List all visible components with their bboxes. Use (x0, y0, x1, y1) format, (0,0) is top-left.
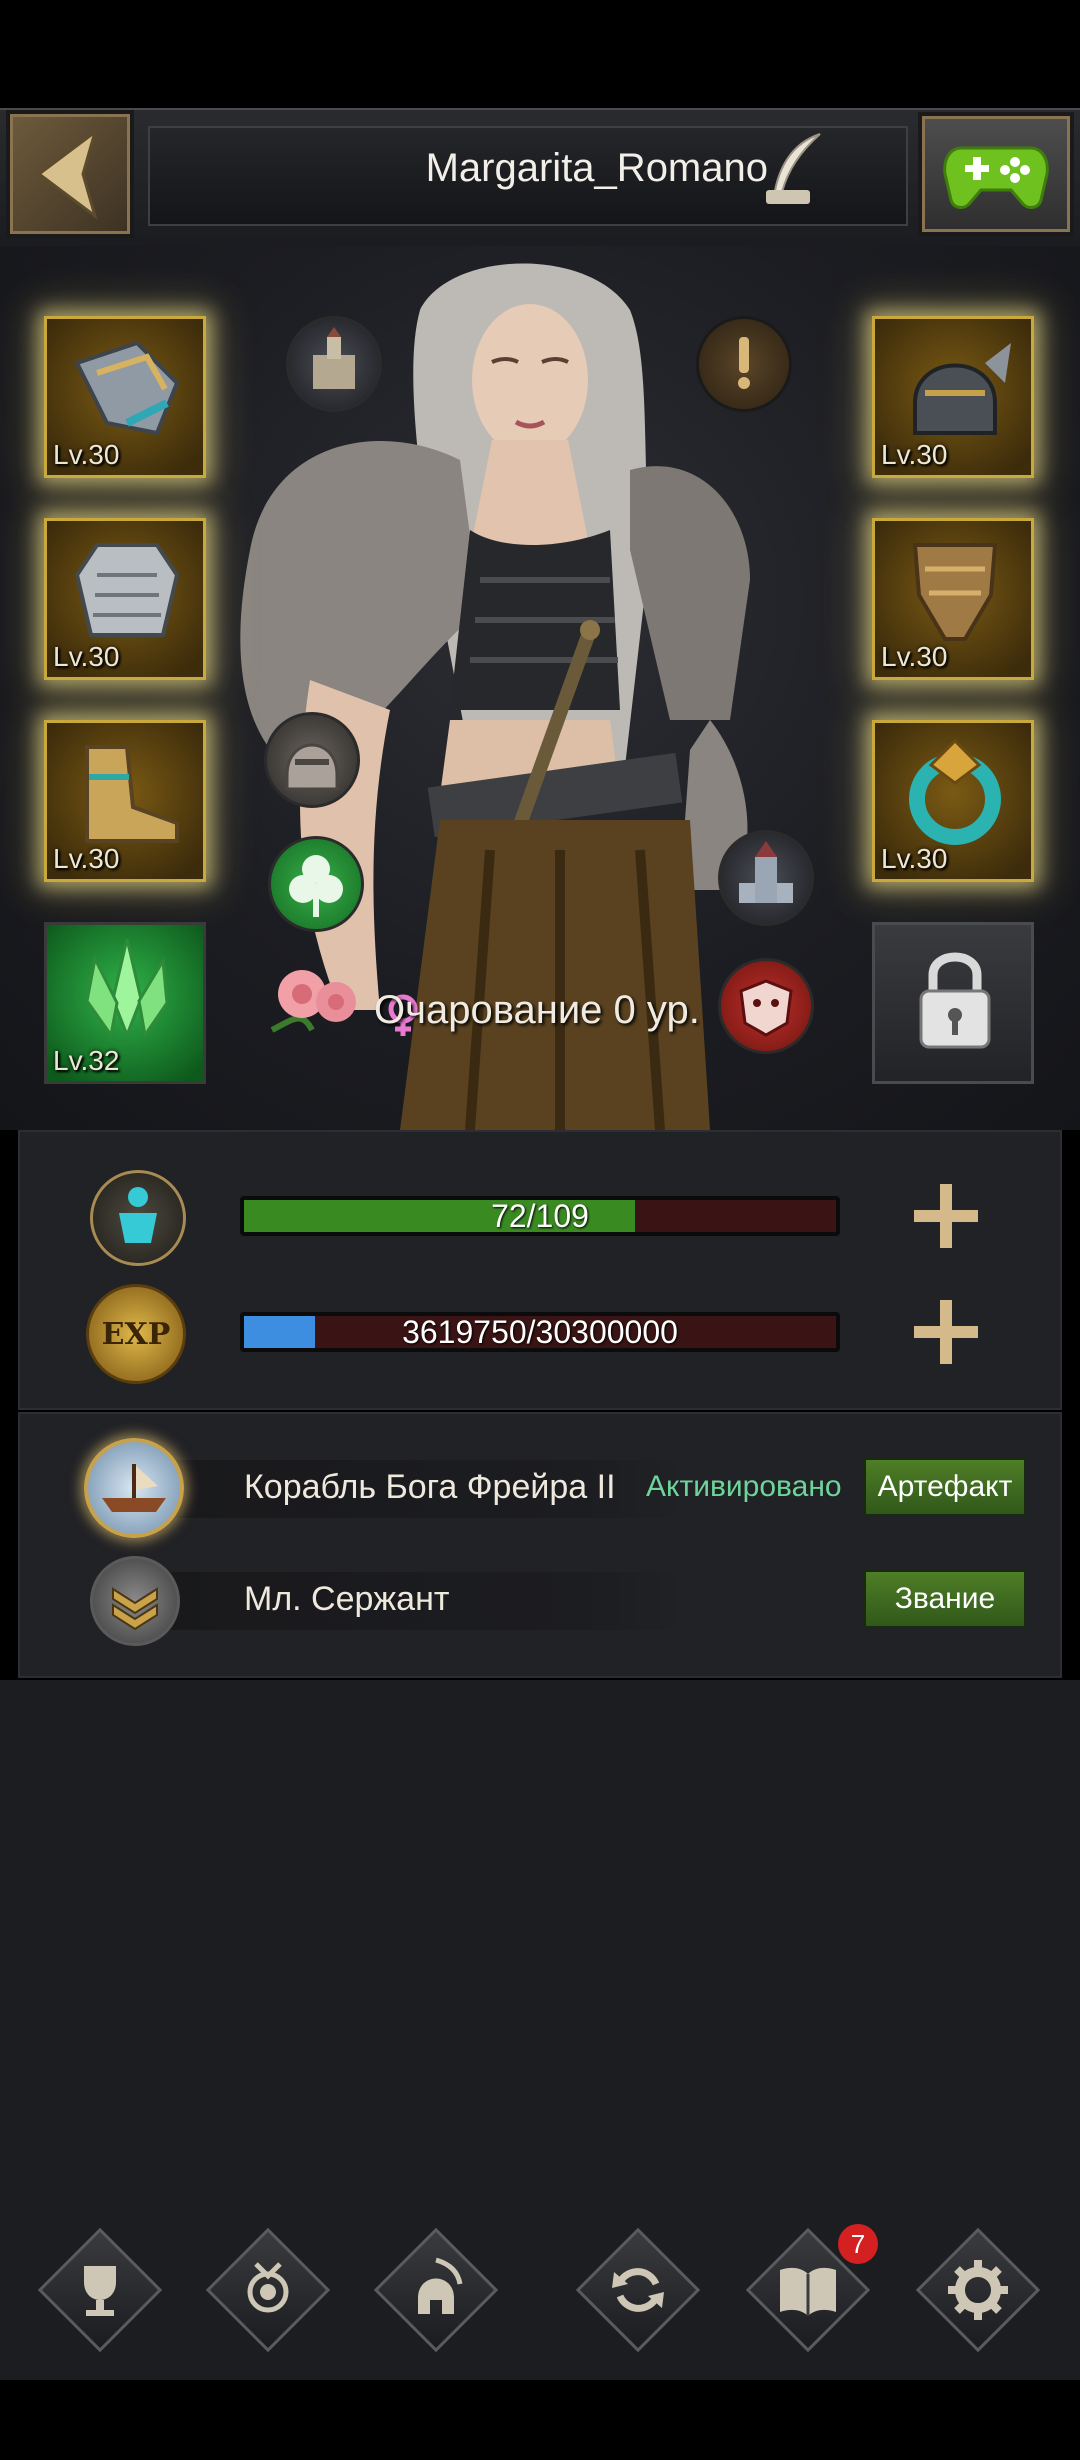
helmet-skin-button[interactable] (264, 712, 360, 808)
stamina-icon-wrap (90, 1170, 186, 1266)
chest-armor-icon (74, 543, 180, 637)
crystal-icon (85, 939, 169, 1040)
equipment-slot-leg-armor[interactable]: Lv.30 (872, 518, 1034, 680)
add-exp-button[interactable] (914, 1300, 978, 1364)
charm-level-text: Очарование 0 ур. (374, 988, 700, 1032)
journal-notification-badge: 7 (838, 2224, 878, 2264)
spartan-helmet-icon (418, 2257, 463, 2314)
back-button[interactable] (6, 110, 134, 238)
ring-icon (909, 738, 1001, 845)
equipment-slot-boots[interactable]: Lv.30 (44, 720, 206, 882)
artifact-status: Активировано (646, 1470, 842, 1503)
castle-skin-button[interactable] (286, 316, 382, 412)
slot-level: Lv.30 (53, 843, 120, 874)
clover-icon (289, 855, 343, 917)
exp-bar: 3619750/30300000 (240, 1312, 840, 1352)
tower-icon (739, 841, 793, 903)
rank-icon[interactable] (90, 1556, 180, 1646)
book-icon (780, 2267, 836, 2316)
boar-crest-icon (739, 979, 793, 1037)
slot-level: Lv.30 (881, 843, 948, 874)
rank-button[interactable]: Звание (864, 1570, 1026, 1628)
stamina-icon (119, 1187, 157, 1243)
gauntlet-icon (74, 340, 180, 436)
nav-refresh[interactable] (575, 2227, 701, 2353)
rank-name: Мл. Сержант (244, 1580, 450, 1618)
exp-value: 3619750/30300000 (402, 1314, 678, 1350)
chevron-rank-icon (112, 1587, 158, 1631)
system-nav-bar (0, 2380, 1080, 2460)
tower-skin-button[interactable] (718, 830, 814, 926)
content-empty-area (0, 1680, 1080, 2220)
helmet-icon (913, 343, 1011, 435)
luck-button[interactable] (268, 836, 364, 932)
stats-panel (18, 1130, 1062, 1410)
gear-icon (948, 2260, 1008, 2320)
stamina-value: 72/109 (491, 1198, 589, 1234)
info-button[interactable] (696, 316, 792, 412)
add-stamina-button[interactable] (914, 1184, 978, 1248)
slot-level: Lv.32 (53, 1045, 120, 1076)
quill-icon (766, 133, 821, 204)
nav-heroes[interactable] (373, 2227, 499, 2353)
exclamation-icon (738, 337, 750, 389)
padlock-icon (919, 952, 991, 1049)
refresh-icon (612, 2268, 664, 2312)
equipment-slot-ring[interactable]: Lv.30 (872, 720, 1034, 882)
boots-icon (85, 745, 179, 843)
equipment-slot-chest-armor[interactable]: Lv.30 (44, 518, 206, 680)
nav-honor[interactable] (205, 2227, 331, 2353)
equipment-slot-helmet[interactable]: Lv.30 (872, 316, 1034, 478)
trophy-icon (84, 2266, 116, 2316)
rose-icon (270, 970, 356, 1033)
chevron-left-icon (36, 128, 98, 220)
exp-icon-label: EXP (101, 1317, 171, 1352)
stamina-bar: 72/109 (240, 1196, 840, 1236)
player-name: Margarita_Romano (425, 146, 768, 190)
knight-helmet-icon (285, 743, 339, 791)
gamepad-icon (943, 146, 1049, 209)
edit-name-button[interactable] (760, 130, 830, 210)
play-games-button[interactable] (918, 112, 1074, 236)
artifact-button[interactable]: Артефакт (864, 1458, 1026, 1516)
locked-slot[interactable] (872, 922, 1034, 1084)
crystal-slot[interactable]: Lv.32 (44, 922, 206, 1084)
war-button[interactable] (718, 958, 814, 1054)
exp-icon: EXP (86, 1284, 186, 1384)
slot-level: Lv.30 (881, 641, 948, 672)
artifact-name: Корабль Бога Фрейра II (244, 1468, 616, 1506)
slot-level: Lv.30 (53, 439, 120, 470)
slot-level: Lv.30 (881, 439, 948, 470)
nav-achievements[interactable] (37, 2227, 163, 2353)
ship-icon (102, 1464, 166, 1512)
artifact-icon[interactable] (84, 1438, 184, 1538)
castle-icon (313, 327, 355, 389)
medal-icon (247, 2262, 289, 2313)
nav-settings[interactable] (915, 2227, 1041, 2353)
leg-armor-icon (912, 543, 998, 641)
equipment-slot-gauntlet[interactable]: Lv.30 (44, 316, 206, 478)
slot-level: Lv.30 (53, 641, 120, 672)
